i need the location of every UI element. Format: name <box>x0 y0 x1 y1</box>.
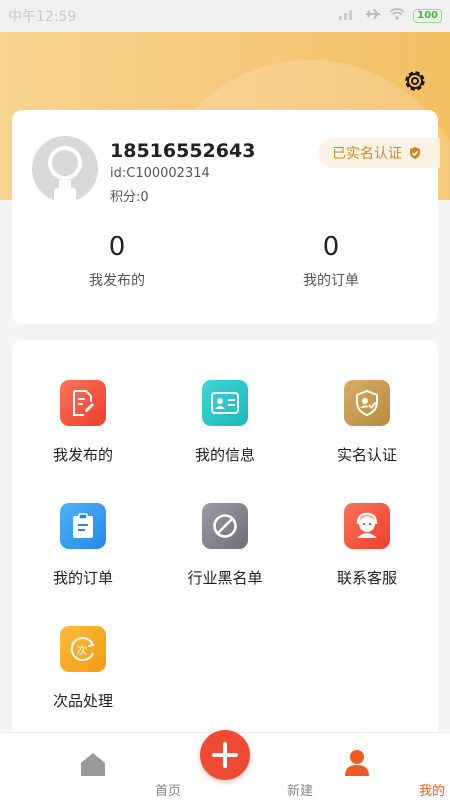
status-bar: 中午12:59 100 <box>0 0 450 32</box>
menu-label: 行业黑名单 <box>187 569 263 587</box>
tab-home[interactable]: 首页 <box>18 733 181 800</box>
menu-label: 我的信息 <box>194 446 255 464</box>
stat-label: 我的订单 <box>303 273 359 289</box>
menu-item-my-orders[interactable]: 我的订单 <box>12 503 154 588</box>
signal-icon <box>339 8 357 24</box>
new-post-button[interactable] <box>200 730 250 780</box>
clipboard-icon <box>60 503 106 549</box>
menu-label: 我发布的 <box>52 446 113 464</box>
menu-item-verification[interactable]: 实名认证 <box>296 380 438 465</box>
tab-mine[interactable]: 我的 <box>282 733 445 800</box>
home-icon <box>81 753 105 776</box>
status-time: 中午12:59 <box>8 9 77 25</box>
menu-item-customer-service[interactable]: 联系客服 <box>296 503 438 588</box>
plus-icon <box>212 742 238 768</box>
gear-icon <box>405 71 425 91</box>
menu-card: 我发布的 我的信息 实名认证 我的订单 行业黑名单 联系客服 次 次品处理 <box>12 340 438 760</box>
menu-label: 次品处理 <box>52 692 113 710</box>
defect-refresh-icon: 次 <box>60 626 106 672</box>
user-id: id:C100002314 <box>110 166 210 181</box>
stat-my-posts[interactable]: 0 我发布的 <box>42 232 192 290</box>
airplane-icon <box>365 7 381 25</box>
stat-value: 0 <box>108 232 126 262</box>
user-phone: 18516552643 <box>110 140 256 162</box>
menu-item-my-info[interactable]: 我的信息 <box>154 380 296 465</box>
profile-card: 18516552643 id:C100002314 积分:0 已实名认证 0 我… <box>12 110 440 324</box>
ban-icon <box>202 503 248 549</box>
user-points: 积分:0 <box>110 190 149 205</box>
stat-label: 我发布的 <box>89 273 145 289</box>
verified-check-icon <box>410 147 420 159</box>
default-avatar-icon <box>48 146 82 202</box>
wifi-icon <box>389 8 405 24</box>
verified-label: 已实名认证 <box>332 146 402 162</box>
menu-item-my-posts[interactable]: 我发布的 <box>12 380 154 465</box>
menu-label: 联系客服 <box>336 569 397 587</box>
verified-badge[interactable]: 已实名认证 <box>318 138 440 168</box>
avatar[interactable] <box>32 136 98 202</box>
stat-value: 0 <box>322 232 340 262</box>
stat-my-orders[interactable]: 0 我的订单 <box>256 232 406 290</box>
menu-item-blacklist[interactable]: 行业黑名单 <box>154 503 296 588</box>
svg-text:次: 次 <box>77 643 88 657</box>
menu-item-defect-handling[interactable]: 次 次品处理 <box>12 626 154 711</box>
menu-label: 我的订单 <box>52 569 113 587</box>
id-card-icon <box>202 380 248 426</box>
shield-check-icon <box>344 380 390 426</box>
tab-label: 我的 <box>418 784 445 799</box>
edit-doc-icon <box>60 380 106 426</box>
battery-indicator: 100 <box>413 9 442 23</box>
customer-service-icon <box>344 503 390 549</box>
user-icon <box>345 750 369 776</box>
menu-label: 实名认证 <box>336 446 397 464</box>
settings-button[interactable] <box>402 68 428 94</box>
